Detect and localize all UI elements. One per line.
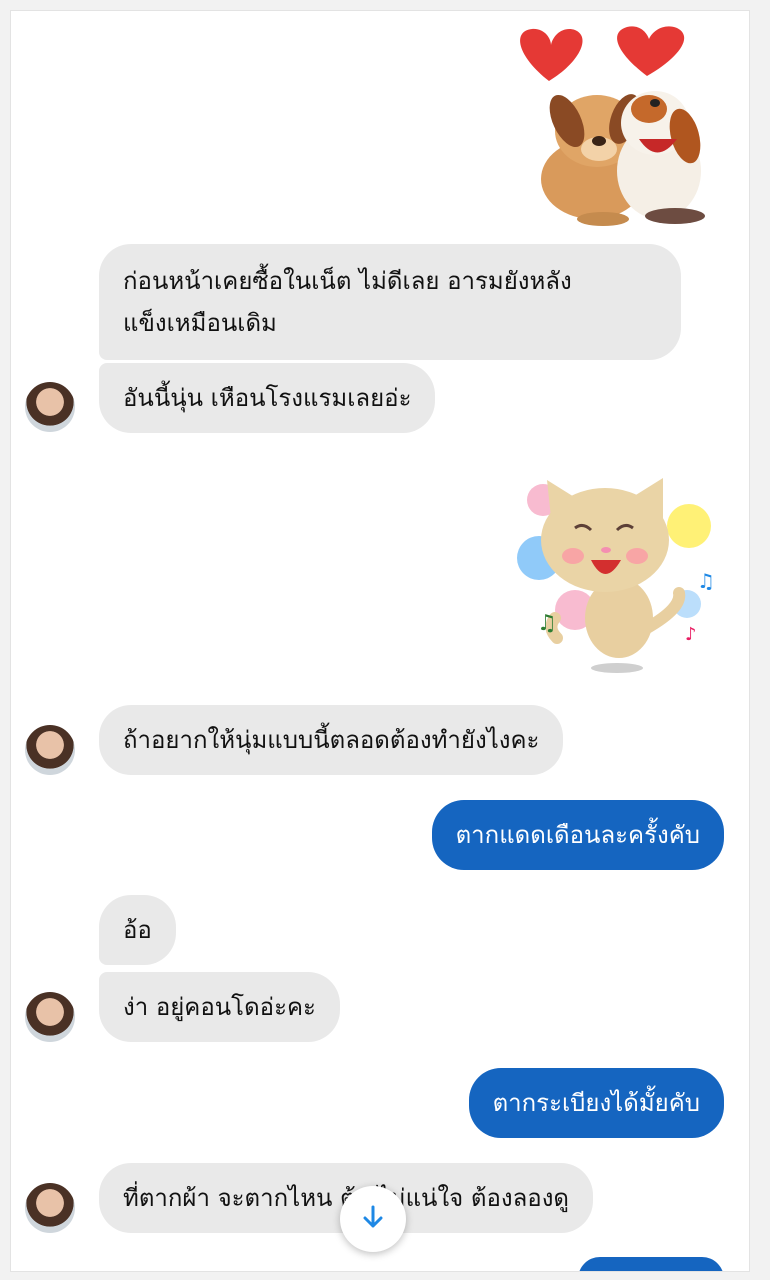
contact-avatar[interactable] <box>25 725 75 775</box>
message-text: แข็งเหมือนเดิม <box>123 309 277 337</box>
message-incoming[interactable]: ก่อนหน้าเคยซื้อในเน็ต ไม่ดีเลย อารมยังหล… <box>99 244 681 360</box>
chat-thread[interactable]: ก่อนหน้าเคยซื้อในเน็ต ไม่ดีเลย อารมยังหล… <box>10 10 750 1272</box>
message-text: ก่อนหน้าเคยซื้อในเน็ต ไม่ดีเลย อารมยังหล… <box>123 267 572 295</box>
svg-text:♫: ♫ <box>697 569 715 593</box>
message-incoming[interactable]: อ้อ <box>99 895 176 965</box>
message-text: ง่า อยู่คอนโดอ่ะคะ <box>123 993 316 1021</box>
message-outgoing[interactable]: ตากแดดเดือนละครั้งคับ <box>431 800 724 870</box>
message-incoming[interactable]: ง่า อยู่คอนโดอ่ะคะ <box>99 972 340 1042</box>
message-text: ถ้าอยากให้นุ่มแบบนี้ตลอดต้องทำยังไงคะ <box>123 726 540 754</box>
message-incoming[interactable]: อันนี้นุ่น เหือนโรงแรมเลยอ่ะ <box>99 363 436 433</box>
message-text: ตากแดดเดือนละครั้งคับ <box>455 821 700 849</box>
arrow-down-icon <box>359 1203 387 1235</box>
contact-avatar[interactable] <box>25 382 75 432</box>
message-outgoing-partial[interactable] <box>578 1257 724 1271</box>
message-incoming[interactable]: ถ้าอยากให้นุ่มแบบนี้ตลอดต้องทำยังไงคะ <box>99 705 564 775</box>
message-outgoing[interactable]: ตากระเบียงได้มั้ยคับ <box>468 1068 724 1138</box>
svg-text:♪: ♪ <box>685 624 697 645</box>
message-text: อันนี้นุ่น เหือนโรงแรมเลยอ่ะ <box>123 384 412 412</box>
svg-text:♫: ♫ <box>537 611 557 636</box>
message-text: อ้อ <box>123 916 152 944</box>
contact-avatar[interactable] <box>25 1183 75 1233</box>
message-text: ตากระเบียงได้มั้ยคับ <box>492 1089 700 1117</box>
sticker-happy-cat-dancing[interactable]: ♫ ♫ ♪ <box>517 478 722 678</box>
sticker-dogs-hug-hearts[interactable] <box>507 21 717 227</box>
scroll-to-bottom-button[interactable] <box>340 1186 406 1252</box>
contact-avatar[interactable] <box>25 992 75 1042</box>
